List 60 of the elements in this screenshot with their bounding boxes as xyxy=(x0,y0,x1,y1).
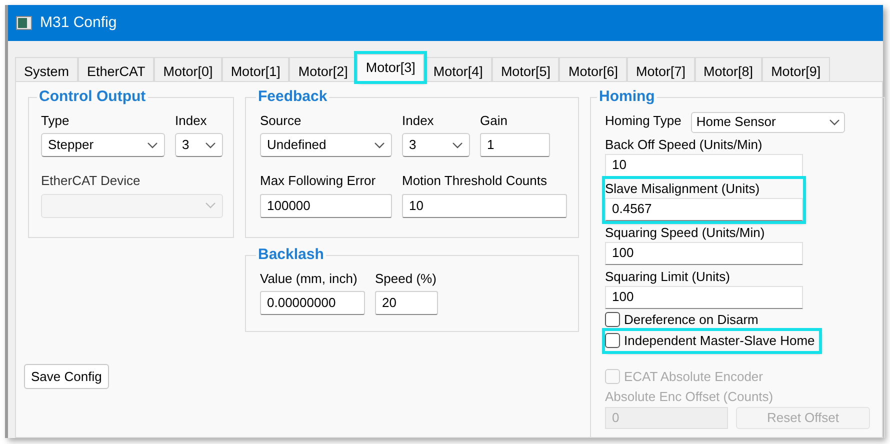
dropdown[interactable]: Stepper xyxy=(41,133,165,157)
checkbox[interactable]: Dereference on Disarm xyxy=(605,310,870,330)
field-label: Value (mm, inch) xyxy=(260,270,358,288)
checkbox-box-icon xyxy=(605,369,620,384)
tab[interactable]: Motor[7] xyxy=(627,57,695,81)
tab[interactable]: Motor[5] xyxy=(492,57,560,81)
field-label: Squaring Limit (Units) xyxy=(605,268,731,286)
chevron-down-icon xyxy=(452,142,463,148)
dropdown[interactable]: 3 xyxy=(402,133,470,157)
input-field[interactable]: 0.00000000 xyxy=(260,291,365,315)
input-field[interactable]: 100000 xyxy=(260,194,392,218)
chevron-down-icon xyxy=(205,202,216,209)
chevron-down-icon xyxy=(205,142,216,148)
field-label: Squaring Speed (Units/Min) xyxy=(605,224,766,242)
save-config-button[interactable]: Save Config xyxy=(24,364,109,389)
field-label: Slave Misalignment (Units) xyxy=(605,180,761,198)
group-title: Feedback xyxy=(257,87,328,107)
tab[interactable]: Motor[8] xyxy=(694,57,762,81)
checkbox[interactable]: Independent Master-Slave Home xyxy=(605,330,819,350)
tab[interactable]: Motor[2] xyxy=(289,57,357,81)
field-label: Max Following Error xyxy=(260,172,377,190)
dropdown[interactable]: Undefined xyxy=(260,133,392,157)
field-label: EtherCAT Device xyxy=(41,172,142,190)
app-icon xyxy=(16,16,32,30)
chevron-down-icon xyxy=(829,118,840,126)
input-field[interactable]: 20 xyxy=(375,291,438,315)
field-label: Motion Threshold Counts xyxy=(402,172,548,190)
checkbox-box-icon xyxy=(605,333,620,348)
chevron-down-icon xyxy=(374,142,385,148)
group-title: Backlash xyxy=(257,245,325,265)
input-field[interactable]: 100 xyxy=(605,242,803,264)
input-field[interactable]: 10 xyxy=(402,194,567,218)
field-label: Index xyxy=(175,112,208,130)
input-field[interactable]: 1 xyxy=(480,133,550,157)
chevron-down-icon xyxy=(147,142,158,148)
field-label: Absolute Enc Offset (Counts) xyxy=(605,388,774,406)
group-title: Homing xyxy=(598,87,656,107)
dropdown[interactable]: 3 xyxy=(175,133,223,157)
tab[interactable]: Motor[4] xyxy=(424,57,492,81)
tab[interactable]: Motor[9] xyxy=(762,57,830,81)
input-field[interactable]: 100 xyxy=(605,286,803,308)
field-label: Back Off Speed (Units/Min) xyxy=(605,136,764,154)
field-label: Gain xyxy=(480,112,508,130)
field-label: Source xyxy=(260,112,302,130)
field-label: Index xyxy=(402,112,435,130)
tab[interactable]: Motor[1] xyxy=(222,57,290,81)
input-field[interactable]: 10 xyxy=(605,154,803,176)
tab[interactable]: System xyxy=(15,57,78,81)
tab[interactable]: Motor[0] xyxy=(154,57,222,81)
field-label: Type xyxy=(41,112,70,130)
group-title: Control Output xyxy=(38,87,147,107)
tab[interactable]: Motor[3] xyxy=(356,54,424,81)
tab[interactable]: EtherCAT xyxy=(78,57,154,81)
input-field[interactable]: 0.4567 xyxy=(605,198,803,220)
field-label: Homing Type xyxy=(605,112,682,130)
dropdown[interactable]: Home Sensor xyxy=(691,112,846,132)
checkbox-box-icon xyxy=(605,312,620,327)
tab[interactable]: Motor[6] xyxy=(559,57,627,81)
window-title: M31 Config xyxy=(40,12,117,33)
field-label: Speed (%) xyxy=(375,270,438,288)
